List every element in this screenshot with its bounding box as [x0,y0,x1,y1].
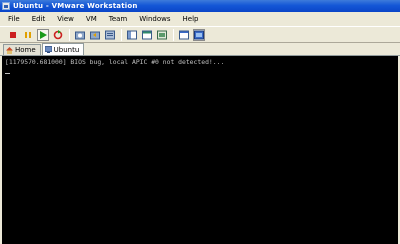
snapshot-button[interactable] [74,29,86,41]
summary-view-button[interactable] [156,29,168,41]
show-sidebar-button[interactable] [126,29,138,41]
console-view-button[interactable] [178,29,190,41]
tab-bar: Home Ubuntu [0,43,400,56]
quick-switch-button[interactable] [141,29,153,41]
menu-file[interactable]: File [8,15,20,23]
console-cursor [5,73,10,74]
snapshot-icon [75,31,85,39]
pause-icon [25,31,31,38]
window-title: Ubuntu - VMware Workstation [13,2,138,10]
menu-vm[interactable]: VM [86,15,97,23]
summary-view-icon [157,30,167,39]
reset-button[interactable] [52,29,64,41]
tab-ubuntu[interactable]: Ubuntu [41,43,85,55]
vm-console-screen[interactable]: [1179570.681000] BIOS bug, local APIC #0… [0,56,400,244]
toolbar-separator [69,28,70,41]
tab-home-label: Home [15,46,36,54]
menu-edit[interactable]: Edit [32,15,46,23]
quick-switch-icon [142,30,152,39]
console-view-icon [179,30,189,39]
power-off-button[interactable] [7,29,19,41]
toolbar-separator [173,28,174,41]
menu-help[interactable]: Help [183,15,199,23]
full-screen-icon [194,30,204,39]
snapshot-manager-icon [105,30,115,39]
console-output-line: [1179570.681000] BIOS bug, local APIC #0… [5,58,225,66]
snapshot-manager-button[interactable] [104,29,116,41]
toolbar-separator [121,28,122,41]
tab-ubuntu-label: Ubuntu [53,45,80,54]
menu-bar: File Edit View VM Team Windows Help [0,12,400,26]
title-bar: Ubuntu - VMware Workstation [0,0,400,12]
virtual-machine-icon [44,46,52,53]
toolbar [0,26,400,43]
home-icon [6,46,13,54]
menu-windows[interactable]: Windows [139,15,170,23]
revert-snapshot-button[interactable] [89,29,101,41]
power-on-button[interactable] [37,28,49,41]
tab-home[interactable]: Home [3,44,41,55]
power-off-icon [10,31,16,38]
menu-view[interactable]: View [57,15,74,23]
power-on-icon [40,30,47,39]
show-sidebar-icon [127,30,137,39]
full-screen-button[interactable] [193,28,205,41]
vmware-app-icon [2,2,10,10]
pause-button[interactable] [22,29,34,41]
menu-team[interactable]: Team [109,15,128,23]
revert-snapshot-icon [90,31,100,39]
reset-icon [53,29,63,39]
